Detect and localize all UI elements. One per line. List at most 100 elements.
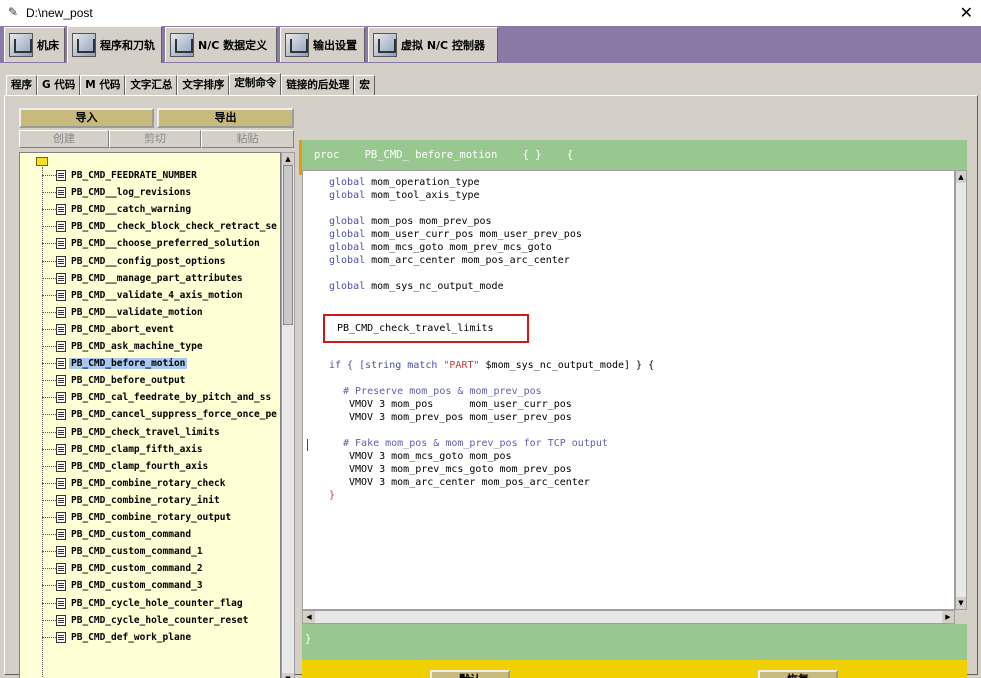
document-icon	[56, 477, 66, 489]
create-button[interactable]: 创建	[19, 130, 109, 148]
tree-item-label: PB_CMD_FEEDRATE_NUMBER	[71, 170, 197, 181]
tree-item[interactable]: PB_CMD_custom_command_2	[42, 560, 205, 577]
tree-item[interactable]: PB_CMD_FEEDRATE_NUMBER	[42, 167, 199, 184]
tree-item[interactable]: PB_CMD__manage_part_attributes	[42, 270, 245, 287]
folder-icon[interactable]	[36, 157, 48, 166]
subtab-custom-command[interactable]: 定制命令	[229, 73, 282, 95]
scroll-down-icon[interactable]: ▼	[956, 597, 966, 609]
tree-item[interactable]: PB_CMD_cancel_suppress_force_once_pe	[42, 406, 279, 423]
close-icon[interactable]: ✕	[960, 3, 973, 22]
tree-connector	[42, 414, 56, 416]
tree-item[interactable]: PB_CMD_clamp_fifth_axis	[42, 441, 205, 458]
tree-item[interactable]: PB_CMD_combine_rotary_check	[42, 475, 227, 492]
document-icon	[56, 238, 66, 250]
subtab-macro[interactable]: 宏	[354, 75, 375, 95]
tree-item[interactable]: PB_CMD_custom_command_1	[42, 543, 205, 560]
document-icon	[56, 323, 66, 335]
scroll-down-icon[interactable]: ▼	[282, 673, 294, 678]
tree-connector	[42, 551, 56, 553]
tree-item[interactable]: PB_CMD_cycle_hole_counter_reset	[42, 612, 250, 629]
document-icon	[56, 460, 66, 472]
printer-icon	[285, 33, 309, 57]
tab-virtual-nc[interactable]: 虚拟 N/C 控制器	[368, 27, 498, 62]
document-icon	[56, 529, 66, 541]
tab-nc-data[interactable]: N/C 数据定义	[165, 27, 277, 62]
tree-connector	[42, 175, 56, 176]
tree-item[interactable]: PB_CMD__validate_4_axis_motion	[42, 287, 245, 304]
tree-item[interactable]: PB_CMD__log_revisions	[42, 184, 193, 201]
scroll-left-icon[interactable]: ◀	[303, 611, 315, 623]
machine-icon	[9, 33, 33, 57]
tree-item-label: PB_CMD__validate_4_axis_motion	[71, 289, 243, 301]
tree-item[interactable]: PB_CMD__choose_preferred_solution	[42, 235, 262, 252]
subtab-word-sequence[interactable]: 文字排序	[177, 75, 230, 95]
tree-item[interactable]: PB_CMD_ask_machine_type	[42, 338, 205, 355]
tree-item[interactable]: PB_CMD_abort_event	[42, 321, 176, 338]
editor-hscrollbar[interactable]: ◀ ▶	[302, 610, 955, 624]
tree-item[interactable]: PB_CMD__catch_warning	[42, 201, 193, 218]
subtab-word-summary[interactable]: 文字汇总	[125, 75, 178, 95]
tree-connector	[42, 380, 56, 382]
restore-button[interactable]: 恢复	[758, 670, 838, 678]
tree-item-label: PB_CMD_custom_command_1	[71, 546, 203, 558]
subtab-program[interactable]: 程序	[6, 75, 37, 95]
subtab-m-code[interactable]: M 代码	[80, 75, 126, 95]
code-line: global mom_user_curr_pos mom_user_prev_p…	[329, 229, 582, 240]
default-button[interactable]: 默认	[430, 670, 510, 678]
scroll-up-icon[interactable]: ▲	[282, 153, 294, 165]
code-line: global mom_sys_nc_output_mode	[329, 281, 504, 292]
tab-label: 程序和刀轨	[100, 39, 155, 52]
tree-connector	[42, 397, 56, 399]
tree-item[interactable]: PB_CMD_custom_command	[42, 526, 193, 543]
tree-item[interactable]: PB_CMD_before_output	[42, 372, 187, 389]
tree-item[interactable]: PB_CMD__validate_motion	[42, 304, 205, 321]
import-button[interactable]: 导入	[19, 108, 154, 128]
scroll-thumb[interactable]	[283, 165, 293, 325]
tree-item[interactable]: PB_CMD__check_block_check_retract_se	[42, 218, 279, 235]
tree-item[interactable]: PB_CMD__config_post_options	[42, 253, 227, 270]
tree-item-label: PB_CMD_combine_rotary_output	[71, 512, 232, 523]
document-icon	[56, 289, 66, 301]
code-text-area[interactable]: global mom_operation_type global mom_too…	[302, 170, 955, 610]
tab-label: 机床	[37, 39, 59, 52]
custom-command-panel: 导入 导出 创建 剪切 粘贴 PB_CMD_FEEDRATE_NUMBER PB_…	[4, 95, 978, 678]
tree-connector	[42, 619, 56, 621]
subtab-linked-posts[interactable]: 链接的后处理	[281, 75, 355, 95]
tree-item[interactable]: PB_CMD_clamp_fourth_axis	[42, 458, 210, 475]
tree-connector	[42, 277, 56, 279]
document-icon	[56, 341, 66, 352]
highlight-box	[323, 314, 529, 343]
tree-connector	[42, 243, 56, 245]
scroll-up-icon[interactable]: ▲	[956, 171, 966, 183]
tree-connector	[42, 534, 56, 536]
tree-item[interactable]: PB_CMD_before_motion	[42, 355, 188, 372]
subtab-g-code[interactable]: G 代码	[37, 75, 81, 95]
code-line: global mom_arc_center mom_pos_arc_center	[329, 255, 570, 266]
code-line: global mom_pos mom_prev_pos	[329, 216, 492, 227]
editor-scrollbar[interactable]: ▲ ▼	[955, 170, 967, 610]
tree-item[interactable]: PB_CMD_cycle_hole_counter_flag	[42, 595, 245, 612]
document-icon	[56, 170, 66, 181]
tree-item[interactable]: PB_CMD_check_travel_limits	[42, 424, 222, 441]
document-icon	[56, 221, 66, 233]
command-tree[interactable]: PB_CMD_FEEDRATE_NUMBER PB_CMD__log_revisi…	[19, 152, 281, 678]
tree-scrollbar[interactable]: ▲ ▼	[281, 152, 295, 678]
tree-item-label: PB_CMD_def_work_plane	[71, 631, 192, 643]
scroll-right-icon[interactable]: ▶	[942, 611, 954, 623]
tree-connector	[42, 448, 56, 450]
tab-output-settings[interactable]: 输出设置	[280, 27, 365, 62]
tree-item-label: PB_CMD__manage_part_attributes	[71, 272, 243, 284]
document-icon	[56, 409, 66, 421]
tree-item[interactable]: PB_CMD_combine_rotary_output	[42, 509, 233, 526]
tree-item[interactable]: PB_CMD_cal_feedrate_by_pitch_and_ss	[42, 389, 273, 406]
tree-item-label: PB_CMD_clamp_fifth_axis	[71, 443, 203, 455]
cut-button[interactable]: 剪切	[109, 130, 201, 148]
paste-button[interactable]: 粘贴	[201, 130, 294, 148]
tree-item[interactable]: PB_CMD_def_work_plane	[42, 629, 193, 646]
tree-item[interactable]: PB_CMD_custom_command_3	[42, 577, 205, 594]
tree-item[interactable]: PB_CMD_combine_rotary_init	[42, 492, 222, 509]
export-button[interactable]: 导出	[157, 108, 294, 128]
tab-program-toolpath[interactable]: 程序和刀轨	[67, 26, 162, 63]
tab-machine[interactable]: 机床	[4, 27, 65, 62]
tree-connector	[42, 602, 56, 604]
